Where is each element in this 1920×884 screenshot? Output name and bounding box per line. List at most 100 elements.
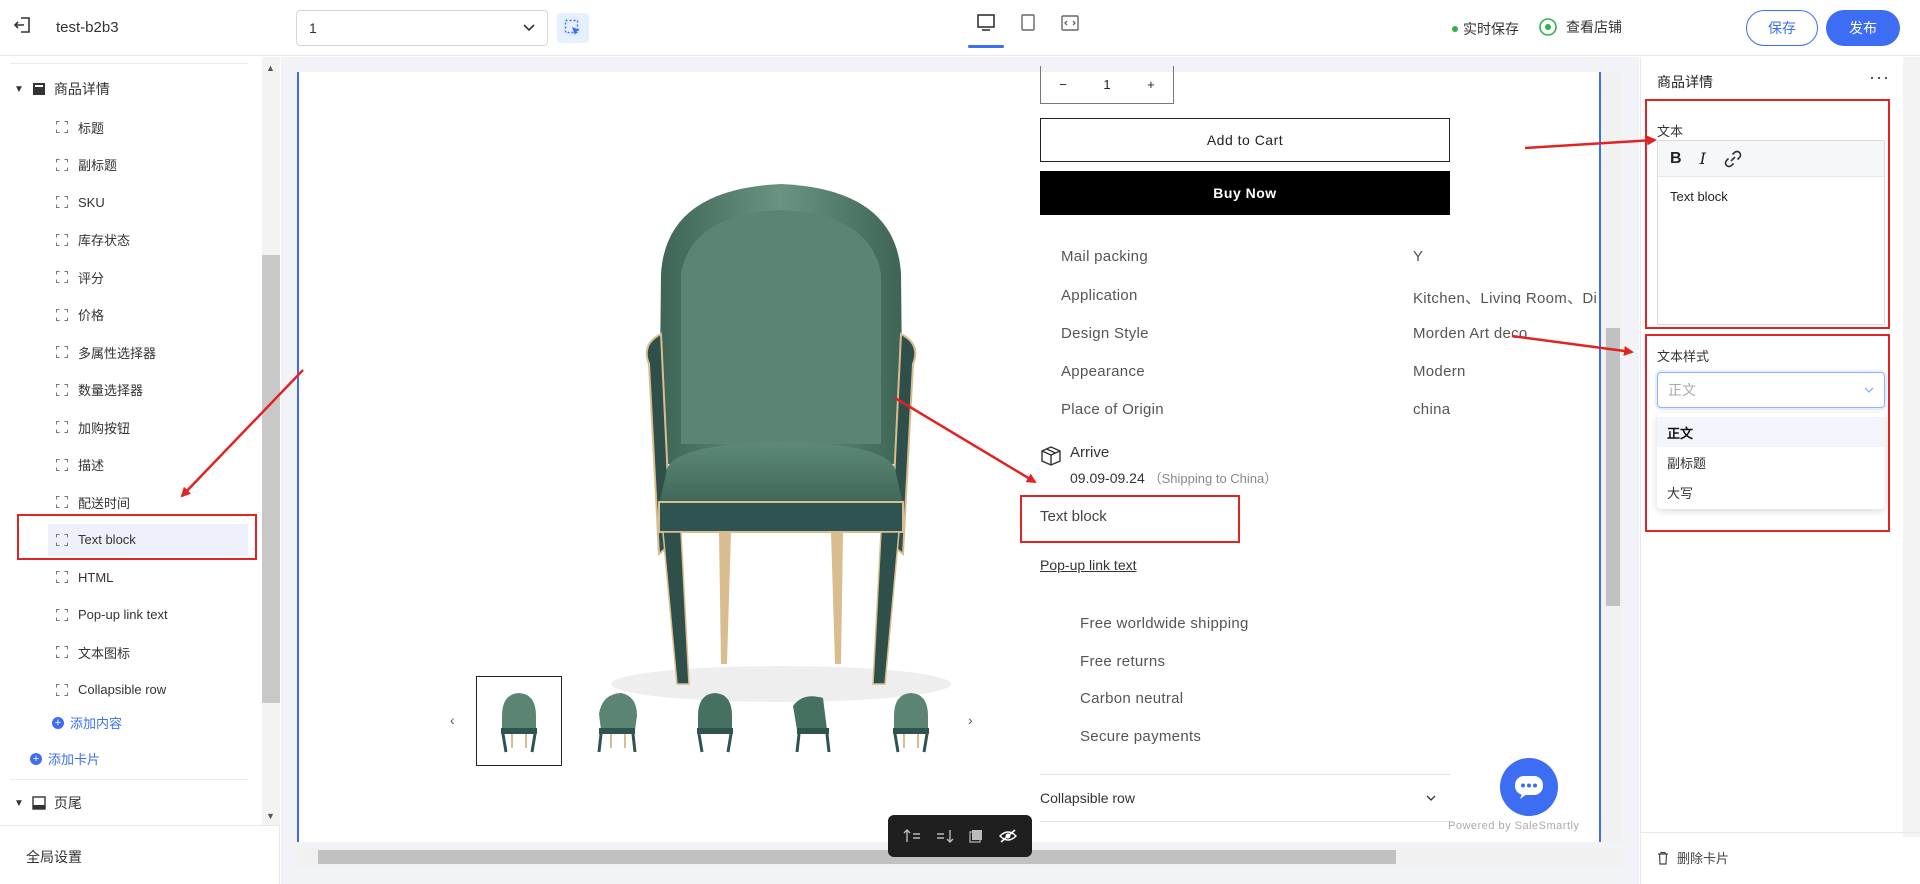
- thumbnail[interactable]: [672, 676, 758, 766]
- collapsible-row[interactable]: Collapsible row: [1040, 774, 1450, 822]
- spec-key: Application: [1061, 287, 1138, 304]
- sidebar-item-label: 价格: [78, 308, 105, 323]
- arrive-date-line: 09.09-09.24 （Shipping to China）: [1070, 468, 1277, 487]
- text-style-dropdown: 正文 副标题 大写: [1657, 413, 1885, 509]
- arrive-note: （Shipping to China）: [1148, 471, 1278, 486]
- editor-toolbar: B I: [1658, 141, 1884, 177]
- text-block[interactable]: Text block: [1040, 508, 1107, 525]
- package-icon: [1041, 446, 1061, 466]
- sidebar: ▼ 商品详情 标题副标题 SKU 库存状态评分价格多属性选择器数量选择器加购按钮描述…: [0, 57, 280, 884]
- delete-card-button[interactable]: 删除卡片: [1657, 848, 1729, 867]
- sidebar-scroll-thumb[interactable]: [262, 255, 280, 703]
- sidebar-item[interactable]: 库存状态: [56, 224, 248, 256]
- text-style-select[interactable]: 正文: [1657, 372, 1885, 408]
- divider: [10, 63, 248, 64]
- desktop-view-icon[interactable]: [968, 10, 1004, 48]
- add-content-button[interactable]: + 添加内容: [52, 713, 122, 732]
- sidebar-item[interactable]: Collapsible row: [56, 674, 248, 706]
- chat-icon: [1515, 776, 1543, 799]
- spec-key: Design Style: [1061, 325, 1149, 342]
- perk-item: Free worldwide shipping: [1080, 615, 1249, 632]
- thumbnail[interactable]: [868, 676, 954, 766]
- tablet-view-icon[interactable]: [1014, 10, 1042, 46]
- canvas-vertical-scroll-thumb[interactable]: [1606, 328, 1620, 606]
- settings-panel: 商品详情 ··· 文本 B I Text block 文本样式 正文 正文 副标…: [1640, 57, 1920, 884]
- sidebar-item-label: 数量选择器: [78, 383, 144, 398]
- thumbnail[interactable]: [770, 676, 856, 766]
- arrive-title: Arrive: [1070, 444, 1110, 461]
- sidebar-item[interactable]: 文本图标: [56, 636, 248, 668]
- chevron-down-icon: [1864, 387, 1874, 393]
- sidebar-item-label: SKU: [78, 194, 105, 210]
- sidebar-item[interactable]: 数量选择器: [56, 374, 248, 406]
- sidebar-item[interactable]: Text block: [48, 523, 248, 556]
- product-main-image[interactable]: [531, 144, 1031, 724]
- hide-icon[interactable]: [998, 828, 1017, 844]
- increment-button[interactable]: +: [1147, 77, 1155, 92]
- trash-icon: [1658, 851, 1668, 865]
- add-to-cart-button[interactable]: Add to Cart: [1040, 118, 1450, 162]
- italic-icon[interactable]: I: [1700, 149, 1706, 168]
- scroll-down-icon[interactable]: ▼: [266, 811, 275, 821]
- sidebar-item[interactable]: 标题: [56, 111, 248, 143]
- sidebar-item[interactable]: 评分: [56, 261, 248, 293]
- dropdown-option[interactable]: 大写: [1657, 477, 1885, 507]
- block-icon: [56, 196, 68, 208]
- sidebar-item[interactable]: 加购按钮: [56, 411, 248, 443]
- dropdown-option[interactable]: 副标题: [1657, 447, 1885, 477]
- view-store-link[interactable]: 查看店铺: [1538, 17, 1622, 37]
- canvas-horizontal-scroll-thumb[interactable]: [318, 850, 1396, 864]
- publish-button[interactable]: 发布: [1826, 10, 1900, 46]
- perk-item: Carbon neutral: [1080, 690, 1184, 707]
- move-up-icon[interactable]: [903, 828, 921, 844]
- sidebar-item[interactable]: 副标题: [56, 149, 248, 181]
- panel-scrollbar[interactable]: [1903, 57, 1920, 837]
- sidebar-item[interactable]: HTML: [56, 561, 248, 593]
- block-icon: [56, 571, 68, 583]
- thumb-prev-icon[interactable]: ‹: [450, 712, 455, 728]
- sidebar-item[interactable]: 价格: [56, 299, 248, 331]
- scroll-up-icon[interactable]: ▲: [266, 63, 275, 73]
- chat-widget-button[interactable]: [1500, 758, 1558, 816]
- editor-content[interactable]: Text block: [1658, 177, 1884, 216]
- chevron-down-icon: [523, 24, 535, 32]
- sidebar-item[interactable]: 多属性选择器: [56, 336, 248, 368]
- decrement-button[interactable]: −: [1059, 77, 1067, 92]
- sidebar-item-label: Pop-up link text: [78, 607, 168, 622]
- move-down-icon[interactable]: [936, 828, 954, 844]
- spec-row: Design Style Morden Art deco: [1061, 325, 1611, 342]
- sidebar-item[interactable]: 配送时间: [56, 486, 248, 518]
- save-button[interactable]: 保存: [1746, 10, 1818, 46]
- thumb-next-icon[interactable]: ›: [968, 712, 973, 728]
- duplicate-icon[interactable]: [968, 828, 984, 844]
- block-icon: [56, 121, 68, 133]
- link-icon[interactable]: [1724, 150, 1742, 168]
- dropdown-option[interactable]: 正文: [1657, 417, 1885, 447]
- sidebar-item-label: Collapsible row: [78, 682, 167, 697]
- global-settings-link[interactable]: 全局设置: [26, 847, 82, 867]
- sidebar-item[interactable]: SKU: [56, 186, 248, 218]
- sidebar-item[interactable]: 描述: [56, 449, 248, 481]
- thumbnail[interactable]: [476, 676, 562, 766]
- popup-link-text[interactable]: Pop-up link text: [1040, 557, 1137, 573]
- fullscreen-view-icon[interactable]: [1056, 10, 1084, 46]
- sidebar-item[interactable]: Pop-up link text: [56, 599, 248, 631]
- element-picker-icon[interactable]: [557, 13, 589, 43]
- delete-card-label: 删除卡片: [1677, 851, 1730, 866]
- buy-now-button[interactable]: Buy Now: [1040, 171, 1450, 215]
- page-select[interactable]: 1: [296, 10, 548, 46]
- bold-icon[interactable]: B: [1670, 150, 1682, 168]
- thumbnail[interactable]: [574, 676, 660, 766]
- exit-icon[interactable]: [12, 14, 34, 36]
- spec-key: Mail packing: [1061, 248, 1148, 265]
- spec-key: Place of Origin: [1061, 401, 1164, 418]
- add-card-button[interactable]: + 添加卡片: [30, 749, 100, 768]
- sidebar-item-label: 加购按钮: [78, 420, 131, 436]
- more-icon[interactable]: ···: [1869, 67, 1890, 88]
- group-product-detail[interactable]: ▼ 商品详情: [14, 79, 110, 99]
- group-footer[interactable]: ▼ 页尾: [14, 793, 82, 813]
- quantity-stepper[interactable]: − 1 +: [1040, 66, 1174, 104]
- spec-value: china: [1413, 401, 1451, 418]
- block-icon: [56, 271, 68, 283]
- rich-text-editor[interactable]: B I Text block: [1657, 140, 1885, 325]
